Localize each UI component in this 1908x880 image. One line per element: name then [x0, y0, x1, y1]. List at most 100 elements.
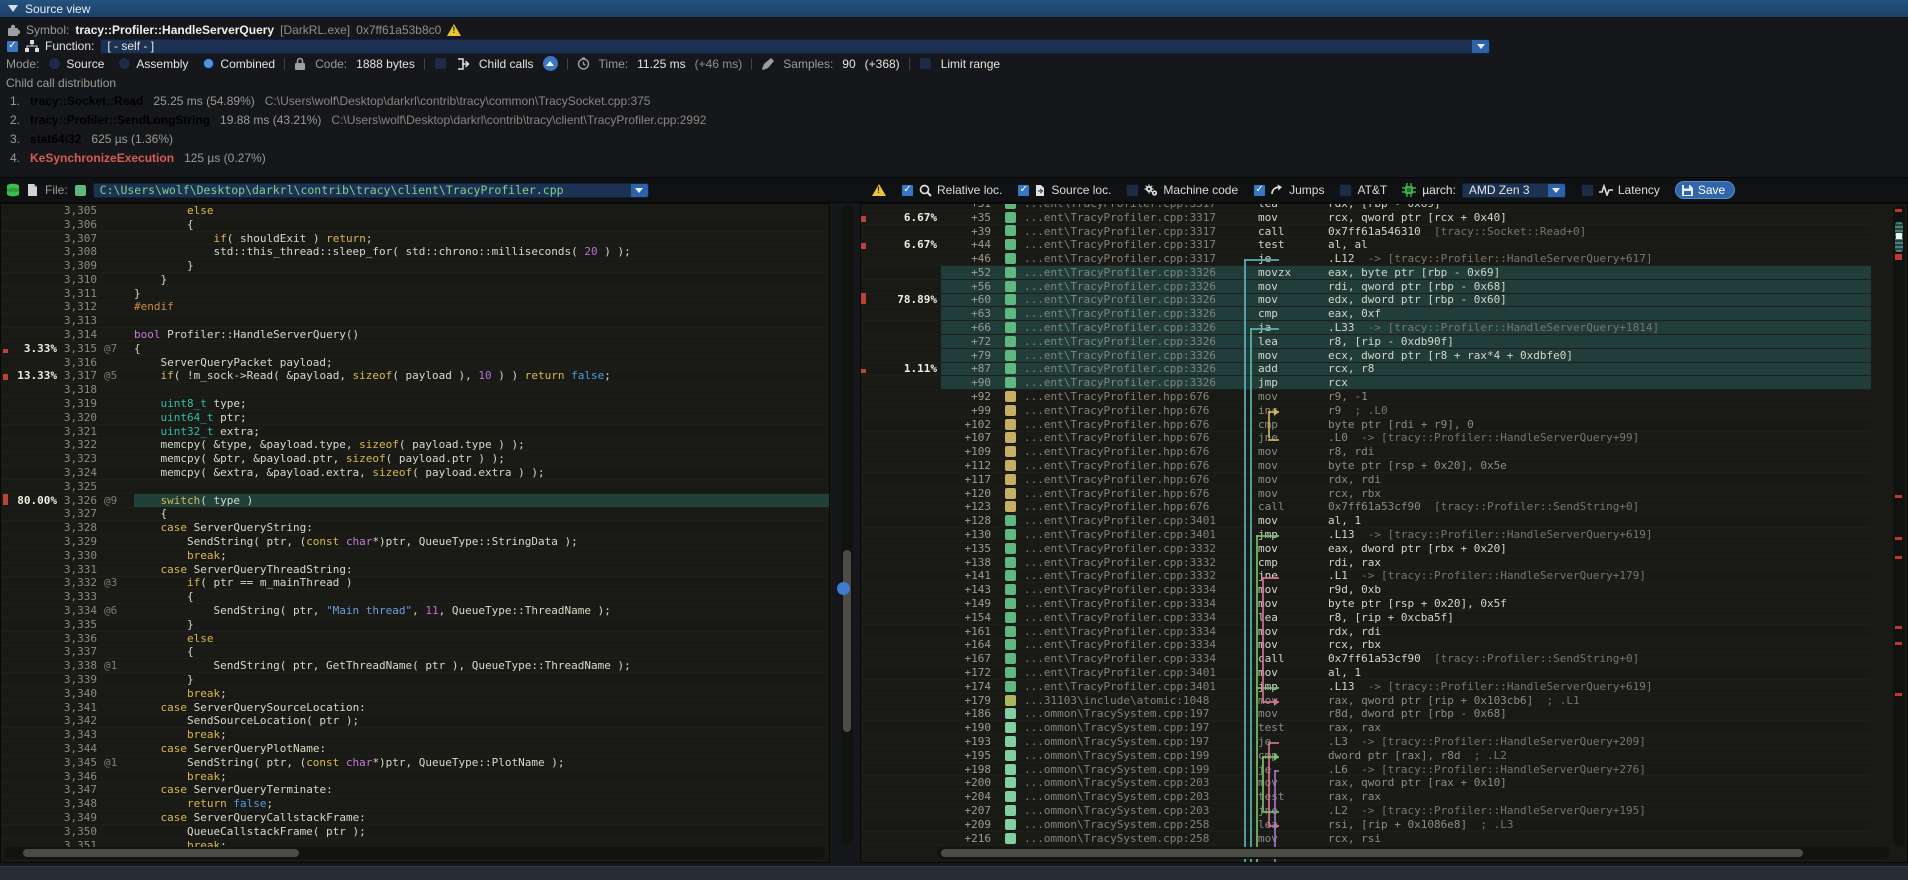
source-line-row[interactable]: 3,347 case ServerQueryTerminate: [1, 783, 829, 797]
toggle-relative-loc-[interactable]: Relative loc. [901, 183, 1002, 197]
asm-row[interactable]: +107...ent\TracyProfiler.hpp:676jne.L0 -… [861, 432, 1871, 446]
source-line-row[interactable]: 3,337 { [1, 646, 829, 660]
asm-row[interactable]: +209...ommon\TracySystem.cpp:258learsi, … [861, 818, 1871, 832]
asm-row[interactable]: +72...ent\TracyProfiler.cpp:3326lear8, [… [861, 335, 1871, 349]
function-checkbox[interactable] [6, 40, 19, 53]
child-calls-checkbox[interactable] [434, 57, 447, 70]
source-line-row[interactable]: 3,332@3 if( ptr == m_mainThread ) [1, 577, 829, 591]
asm-row[interactable]: +117...ent\TracyProfiler.hpp:676movrdx, … [861, 473, 1871, 487]
radio-icon[interactable] [202, 57, 215, 70]
source-line-row[interactable]: 3,331 case ServerQueryThreadString: [1, 563, 829, 577]
source-line-row[interactable]: 3,313 [1, 314, 829, 328]
splitter-grip[interactable] [837, 582, 850, 595]
source-line-row[interactable]: 3,328 case ServerQueryString: [1, 521, 829, 535]
source-line-row[interactable]: 3,310 } [1, 273, 829, 287]
source-line-row[interactable]: 3,319 uint8_t type; [1, 397, 829, 411]
window-title-bar[interactable]: Source view [0, 0, 1908, 18]
child-call-row[interactable]: 2.tracy::Profiler::SendLongString19.88 m… [0, 111, 1908, 130]
asm-row[interactable]: +109...ent\TracyProfiler.hpp:676movr8, r… [861, 445, 1871, 459]
source-line-row[interactable]: 3,345@1 SendString( ptr, (const char*)pt… [1, 756, 829, 770]
checkbox-icon[interactable] [1339, 184, 1352, 197]
asm-row[interactable]: +120...ent\TracyProfiler.hpp:676movrcx, … [861, 487, 1871, 501]
asm-row[interactable]: +186...ommon\TracySystem.cpp:197movr8d, … [861, 707, 1871, 721]
source-line-row[interactable]: 3,320 uint64_t ptr; [1, 411, 829, 425]
asm-row[interactable]: 6.67%+35...ent\TracyProfiler.cpp:3317mov… [861, 211, 1871, 225]
asm-row[interactable]: +138...ent\TracyProfiler.cpp:3332cmprdi,… [861, 556, 1871, 570]
mode-option-source[interactable]: Source [48, 57, 104, 71]
source-line-row[interactable]: 3,348 return false; [1, 797, 829, 811]
checkbox-icon[interactable] [901, 184, 914, 197]
source-line-row[interactable]: 3,333 { [1, 590, 829, 604]
toggle-jumps[interactable]: Jumps [1253, 183, 1324, 197]
source-line-row[interactable]: 3,321 uint32_t extra; [1, 425, 829, 439]
asm-row[interactable]: +46...ent\TracyProfiler.cpp:3317je.L12 -… [861, 252, 1871, 266]
source-line-row[interactable]: 3,325 [1, 480, 829, 494]
source-line-row[interactable]: 3,311} [1, 287, 829, 301]
source-line-row[interactable]: 3,344 case ServerQueryPlotName: [1, 742, 829, 756]
source-line-row[interactable]: 3,324 memcpy( &extra, &payload.extra, si… [1, 466, 829, 480]
collapse-triangle-icon[interactable] [8, 5, 18, 12]
source-line-row[interactable]: 3.33%3,315@7{ [1, 342, 829, 356]
asm-row[interactable]: +135...ent\TracyProfiler.cpp:3332moveax,… [861, 542, 1871, 556]
toggle-source-loc-[interactable]: Source loc. [1017, 183, 1111, 197]
chevron-down-icon[interactable] [631, 184, 648, 197]
source-line-row[interactable]: 3,338@1 SendString( ptr, GetThreadName( … [1, 659, 829, 673]
source-line-row[interactable]: 3,308 std::this_thread::sleep_for( std::… [1, 245, 829, 259]
source-line-row[interactable]: 3,309 } [1, 259, 829, 273]
asm-row[interactable]: +56...ent\TracyProfiler.cpp:3326movrdi, … [861, 280, 1871, 294]
asm-row[interactable]: +123...ent\TracyProfiler.hpp:676call0x7f… [861, 501, 1871, 515]
file-icon[interactable] [27, 183, 38, 197]
source-line-row[interactable]: 3,306 { [1, 218, 829, 232]
source-pane[interactable]: 3,305 else3,306 {3,307 if( shouldExit ) … [0, 203, 830, 863]
asm-row[interactable]: +149...ent\TracyProfiler.cpp:3334movbyte… [861, 597, 1871, 611]
source-line-row[interactable]: 3,318 [1, 383, 829, 397]
asm-row[interactable]: +216...ommon\TracySystem.cpp:258movrcx, … [861, 832, 1871, 846]
source-line-row[interactable]: 3,350 QueueCallstackFrame( ptr ); [1, 825, 829, 839]
assembly-pane[interactable]: +31...ent\TracyProfiler.cpp:3317leardx, … [860, 203, 1908, 863]
asm-row[interactable]: +195...ommon\TracySystem.cpp:199cmpdword… [861, 749, 1871, 763]
radio-icon[interactable] [48, 57, 61, 70]
source-line-row[interactable]: 3,312#endif [1, 301, 829, 315]
asm-row[interactable]: +167...ent\TracyProfiler.cpp:3334call0x7… [861, 652, 1871, 666]
asm-row[interactable]: +79...ent\TracyProfiler.cpp:3326movecx, … [861, 349, 1871, 363]
source-line-row[interactable]: 3,314bool Profiler::HandleServerQuery() [1, 328, 829, 342]
asm-row[interactable]: 1.11%+87...ent\TracyProfiler.cpp:3326add… [861, 363, 1871, 377]
source-line-row[interactable]: 3,330 break; [1, 549, 829, 563]
mode-option-combined[interactable]: Combined [202, 57, 275, 71]
asm-row[interactable]: +52...ent\TracyProfiler.cpp:3326movzxeax… [861, 266, 1871, 280]
chevron-down-icon[interactable] [1472, 40, 1489, 53]
source-line-row[interactable]: 3,329 SendString( ptr, (const char*)ptr,… [1, 535, 829, 549]
child-call-row[interactable]: 1.tracy::Socket::Read25.25 ms (54.89%)C:… [0, 92, 1908, 111]
toggle-at-t[interactable]: AT&T [1339, 183, 1387, 197]
source-line-row[interactable]: 3,322 memcpy( &type, &payload.type, size… [1, 439, 829, 453]
source-line-row[interactable]: 3,340 break; [1, 687, 829, 701]
database-icon[interactable] [6, 183, 20, 198]
source-vscrollbar[interactable] [841, 205, 853, 845]
save-button[interactable]: Save [1675, 181, 1735, 199]
asm-row[interactable]: 78.89%+60...ent\TracyProfiler.cpp:3326mo… [861, 294, 1871, 308]
assembly-hscrollbar[interactable] [937, 847, 1889, 859]
asm-row[interactable]: +90...ent\TracyProfiler.cpp:3326jmprcx [861, 376, 1871, 390]
source-line-row[interactable]: 3,335 } [1, 618, 829, 632]
function-combo[interactable]: [ - self - ] [100, 39, 1490, 54]
source-line-row[interactable]: 3,336 else [1, 632, 829, 646]
child-call-row[interactable]: 3.stat64i32625 µs (1.36%) [0, 130, 1908, 149]
child-call-row[interactable]: 4.KeSynchronizeExecution125 µs (0.27%) [0, 149, 1908, 168]
asm-row[interactable]: +172...ent\TracyProfiler.cpp:3401moval, … [861, 666, 1871, 680]
source-line-row[interactable]: 3,342 SendSourceLocation( ptr ); [1, 714, 829, 728]
source-line-row[interactable]: 80.00%3,326@9 switch( type ) [1, 494, 829, 508]
asm-row[interactable]: +63...ent\TracyProfiler.cpp:3326cmpeax, … [861, 307, 1871, 321]
source-line-row[interactable]: 3,339 } [1, 673, 829, 687]
latency-checkbox[interactable] [1581, 184, 1594, 197]
mode-option-assembly[interactable]: Assembly [118, 57, 188, 71]
asm-row[interactable]: +193...ommon\TracySystem.cpp:197je.L3 ->… [861, 735, 1871, 749]
asm-row[interactable]: +39...ent\TracyProfiler.cpp:3317call0x7f… [861, 225, 1871, 239]
asm-row[interactable]: +190...ommon\TracySystem.cpp:197testrax,… [861, 721, 1871, 735]
source-line-row[interactable]: 3,307 if( shouldExit ) return; [1, 232, 829, 246]
source-line-row[interactable]: 3,343 break; [1, 728, 829, 742]
march-combo[interactable]: AMD Zen 3 [1462, 183, 1566, 198]
assembly-vscrollbar[interactable] [1893, 206, 1905, 846]
asm-row[interactable]: 6.67%+44...ent\TracyProfiler.cpp:3317tes… [861, 238, 1871, 252]
asm-row[interactable]: +112...ent\TracyProfiler.hpp:676movbyte … [861, 459, 1871, 473]
asm-row[interactable]: +179...31103\include\atomic:1048movrax, … [861, 694, 1871, 708]
